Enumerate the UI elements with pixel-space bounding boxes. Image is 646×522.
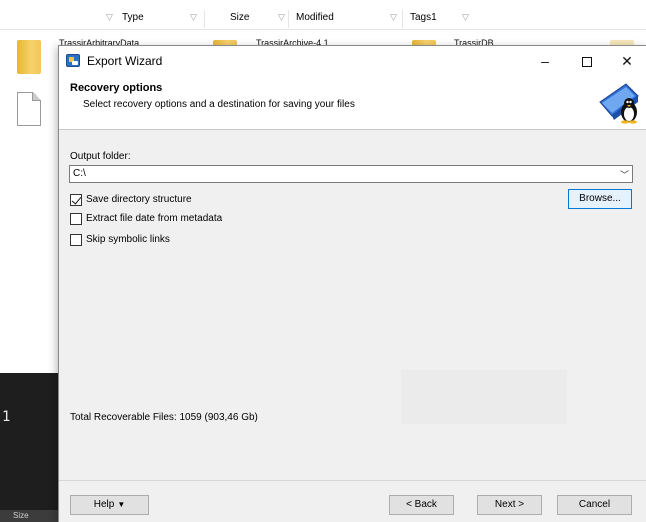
- minimize-button[interactable]: –: [525, 46, 565, 76]
- column-type[interactable]: ▽ Type ▽: [106, 12, 198, 28]
- terminal-panel: 1 Size: [0, 373, 58, 522]
- column-modified[interactable]: Modified ▽: [296, 12, 397, 28]
- help-button[interactable]: Help ▼: [70, 495, 149, 515]
- total-recoverable-files: Total Recoverable Files: 1059 (903,46 Gb…: [70, 412, 258, 423]
- penguin-drive-logo-icon: [599, 83, 639, 124]
- filter-funnel-icon[interactable]: ▽: [190, 12, 197, 23]
- cancel-button[interactable]: Cancel: [557, 495, 632, 515]
- title-bar[interactable]: Export Wizard – ✕: [59, 46, 646, 76]
- next-button[interactable]: Next >: [477, 495, 542, 515]
- filter-funnel-icon[interactable]: ▽: [278, 12, 285, 23]
- filter-funnel-icon[interactable]: ▽: [106, 12, 113, 23]
- folder-icon[interactable]: [17, 40, 41, 74]
- terminal-text: 1: [2, 409, 11, 425]
- screen: ▽ Type ▽ Size ▽ Modified ▽ Tags1 ▽ Trass…: [0, 0, 646, 522]
- browse-button[interactable]: Browse...: [568, 189, 632, 209]
- filter-funnel-icon[interactable]: ▽: [462, 12, 469, 23]
- column-size[interactable]: Size ▽: [230, 12, 285, 28]
- wizard-step-title: Recovery options: [70, 82, 163, 94]
- explorer-column-header: ▽ Type ▽ Size ▽ Modified ▽ Tags1 ▽: [0, 8, 646, 30]
- chevron-down-icon[interactable]: ﹀: [620, 168, 629, 181]
- maximize-button[interactable]: [567, 46, 607, 76]
- wizard-step-subtitle: Select recovery options and a destinatio…: [83, 99, 355, 110]
- document-icon[interactable]: [17, 92, 41, 126]
- output-folder-label: Output folder:: [70, 151, 131, 162]
- checkbox[interactable]: [70, 194, 82, 206]
- export-wizard-app-icon: [66, 54, 80, 67]
- status-size: Size: [0, 510, 58, 522]
- export-wizard-dialog: Export Wizard – ✕ Recovery options Selec…: [58, 45, 646, 522]
- output-folder-value[interactable]: C:\: [73, 168, 86, 179]
- background-panel: [401, 370, 567, 424]
- column-separator[interactable]: [288, 10, 289, 28]
- checkbox[interactable]: [70, 234, 82, 246]
- output-folder-combobox[interactable]: C:\ ﹀: [69, 165, 633, 183]
- wizard-header: Recovery options Select recovery options…: [59, 76, 646, 130]
- column-separator[interactable]: [204, 10, 205, 28]
- close-button[interactable]: ✕: [607, 46, 646, 76]
- filter-funnel-icon[interactable]: ▽: [390, 12, 397, 23]
- back-button[interactable]: < Back: [389, 495, 454, 515]
- checkbox[interactable]: [70, 213, 82, 225]
- column-tags[interactable]: Tags1 ▽: [410, 12, 470, 28]
- window-title: Export Wizard: [87, 54, 163, 68]
- maximize-icon: [582, 57, 592, 68]
- divider: [59, 480, 646, 481]
- dropdown-arrow-icon: ▼: [117, 500, 126, 509]
- column-separator[interactable]: [402, 10, 403, 28]
